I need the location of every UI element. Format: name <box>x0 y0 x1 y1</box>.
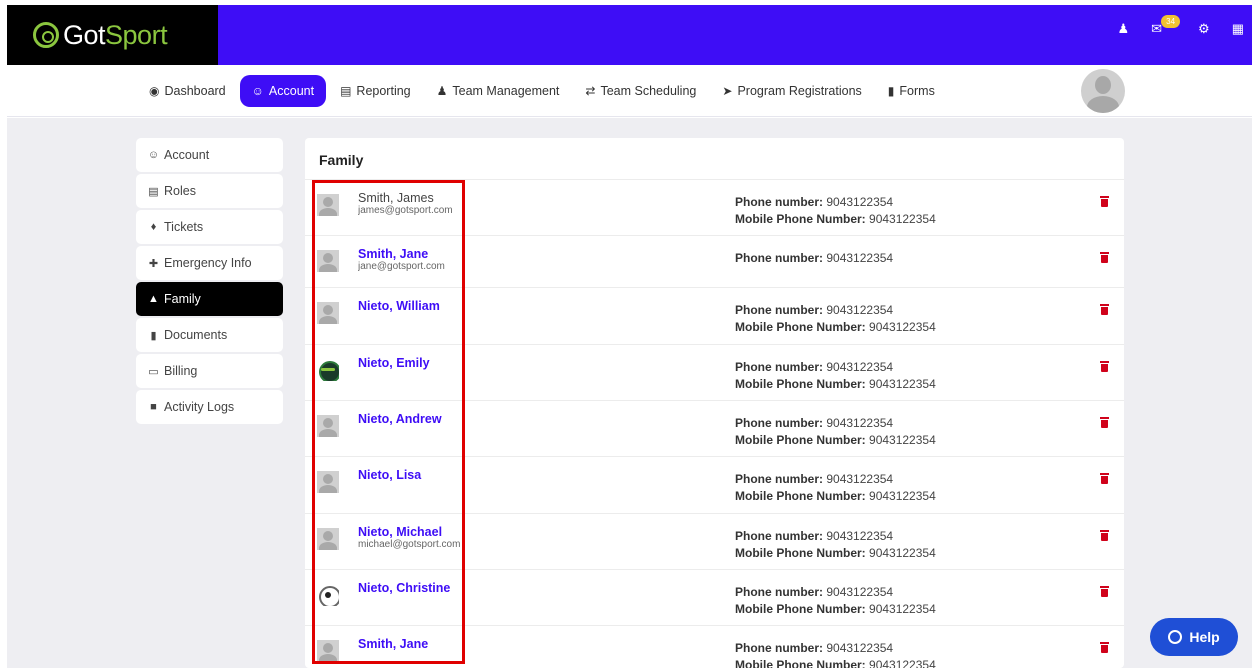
member-phones: Phone number: 9043122354 Mobile Phone Nu… <box>735 529 936 560</box>
id-card-icon: ▤ <box>148 185 159 198</box>
member-avatar <box>317 302 339 324</box>
family-member-row: Nieto, Christine Phone number: 904312235… <box>305 570 1124 626</box>
member-name-link[interactable]: Nieto, Michael <box>358 525 442 539</box>
member-name: Smith, James <box>358 191 434 205</box>
panel-title: Family <box>305 138 1124 180</box>
delete-trash-icon[interactable] <box>1100 417 1109 428</box>
top-bar: GotSport ♟ ✉ 34 ⚙ ▦ <box>7 5 1252 65</box>
sidebar-item-tickets[interactable]: ♦ Tickets <box>136 210 283 244</box>
member-email: jane@gotsport.com <box>358 261 445 272</box>
nav-reporting[interactable]: ▤ Reporting <box>328 75 423 107</box>
profile-avatar[interactable] <box>1081 69 1125 113</box>
member-name-link[interactable]: Nieto, Christine <box>358 581 450 595</box>
archive-icon: ■ <box>150 401 157 413</box>
nav-team-management[interactable]: ♟ Team Management <box>425 75 572 107</box>
nav-items: ◉ Dashboard ☺ Account ▤ Reporting ♟ Team Man… <box>137 75 947 107</box>
file-icon: ▮ <box>887 84 895 98</box>
delete-trash-icon[interactable] <box>1100 530 1109 541</box>
member-avatar <box>317 471 339 493</box>
top-icons: ♟ ✉ 34 ⚙ ▦ <box>1117 15 1244 37</box>
member-avatar <box>317 359 339 381</box>
family-member-row: Smith, Jane jane@gotsport.com Phone numb… <box>305 236 1124 288</box>
sidebar-item-billing[interactable]: ▭ Billing <box>136 354 283 388</box>
member-email: michael@gotsport.com <box>358 539 461 550</box>
sidebar-item-family[interactable]: ▲ Family <box>136 282 283 316</box>
nav-dashboard[interactable]: ◉ Dashboard <box>137 75 238 107</box>
member-phones: Phone number: 9043122354 Mobile Phone Nu… <box>735 641 936 668</box>
sidebar-item-account[interactable]: ☺ Account <box>136 138 283 172</box>
member-phones: Phone number: 9043122354 Mobile Phone Nu… <box>735 360 936 391</box>
member-avatar <box>317 640 339 662</box>
report-icon: ▤ <box>340 84 352 98</box>
member-phones: Phone number: 9043122354 Mobile Phone Nu… <box>735 472 936 503</box>
member-phones: Phone number: 9043122354 Mobile Phone Nu… <box>735 195 936 226</box>
delete-trash-icon[interactable] <box>1100 252 1109 263</box>
apps-grid-icon[interactable]: ▦ <box>1232 21 1244 37</box>
help-button[interactable]: Help <box>1150 618 1238 656</box>
sidebar-item-activity-logs[interactable]: ■ Activity Logs <box>136 390 283 424</box>
chat-bubble-icon <box>1168 630 1183 644</box>
member-avatar <box>317 194 339 216</box>
member-avatar <box>317 415 339 437</box>
member-name-link[interactable]: Nieto, Andrew <box>358 412 442 426</box>
member-name-link[interactable]: Smith, Jane <box>358 637 428 651</box>
family-member-row: Nieto, Lisa Phone number: 9043122354 Mob… <box>305 457 1124 514</box>
messages-badge: 34 <box>1161 15 1181 28</box>
family-member-row: Nieto, Andrew Phone number: 9043122354 M… <box>305 401 1124 457</box>
sidebar-item-documents[interactable]: ▮ Documents <box>136 318 283 352</box>
delete-trash-icon[interactable] <box>1100 304 1109 315</box>
nav-program-registrations[interactable]: ➤ Program Registrations <box>710 75 873 107</box>
member-phones: Phone number: 9043122354 Mobile Phone Nu… <box>735 585 936 616</box>
mail-icon[interactable]: ✉ 34 <box>1151 15 1181 37</box>
nav-forms[interactable]: ▮ Forms <box>876 75 947 107</box>
delete-trash-icon[interactable] <box>1100 361 1109 372</box>
logo-text: GotSport <box>63 19 168 50</box>
member-avatar <box>317 250 339 272</box>
gotsport-logo[interactable]: GotSport <box>7 5 218 65</box>
member-email: james@gotsport.com <box>358 205 453 216</box>
tachometer-icon: ◉ <box>149 84 160 98</box>
medical-icon: ✚ <box>148 257 159 270</box>
gear-icon[interactable]: ⚙ <box>1198 21 1210 37</box>
paper-plane-icon: ➤ <box>722 84 733 98</box>
sitemap-icon: ▲ <box>148 293 159 305</box>
family-member-row: Nieto, William Phone number: 9043122354 … <box>305 288 1124 345</box>
member-name-link[interactable]: Nieto, Lisa <box>358 468 421 482</box>
member-phones: Phone number: 9043122354 <box>735 251 894 265</box>
delete-trash-icon[interactable] <box>1100 196 1109 207</box>
member-name-link[interactable]: Nieto, Emily <box>358 356 430 370</box>
sidebar-item-roles[interactable]: ▤ Roles <box>136 174 283 208</box>
content-area: ☺ Account ▤ Roles ♦ Tickets ✚ Emergency Info… <box>7 118 1252 668</box>
main-nav: ◉ Dashboard ☺ Account ▤ Reporting ♟ Team Man… <box>7 65 1252 117</box>
family-member-row: Smith, Jane Phone number: 9043122354 Mob… <box>305 626 1124 668</box>
logo-mark-icon <box>33 22 59 48</box>
family-member-row: Nieto, Emily Phone number: 9043122354 Mo… <box>305 345 1124 401</box>
family-panel: Family Smith, James james@gotsport.com P… <box>305 138 1124 668</box>
member-phones: Phone number: 9043122354 Mobile Phone Nu… <box>735 416 936 447</box>
account-sidebar: ☺ Account ▤ Roles ♦ Tickets ✚ Emergency Info… <box>136 138 283 426</box>
member-avatar <box>317 528 339 550</box>
nav-account[interactable]: ☺ Account <box>239 75 327 107</box>
exchange-icon: ⇄ <box>585 84 596 98</box>
sidebar-item-emergency-info[interactable]: ✚ Emergency Info <box>136 246 283 280</box>
user-icon[interactable]: ♟ <box>1117 21 1129 37</box>
ticket-icon: ♦ <box>150 221 157 233</box>
user-circle-icon: ☺ <box>147 149 160 161</box>
delete-trash-icon[interactable] <box>1100 586 1109 597</box>
users-icon: ♟ <box>436 84 448 98</box>
member-name-link[interactable]: Nieto, William <box>358 299 440 313</box>
family-member-row: Nieto, Michael michael@gotsport.com Phon… <box>305 514 1124 570</box>
folder-icon: ▮ <box>150 329 157 342</box>
delete-trash-icon[interactable] <box>1100 473 1109 484</box>
member-avatar <box>317 584 339 606</box>
member-phones: Phone number: 9043122354 Mobile Phone Nu… <box>735 303 936 334</box>
user-circle-icon: ☺ <box>251 84 264 98</box>
nav-team-scheduling[interactable]: ⇄ Team Scheduling <box>573 75 708 107</box>
member-name-link[interactable]: Smith, Jane <box>358 247 428 261</box>
family-member-row: Smith, James james@gotsport.com Phone nu… <box>305 180 1124 236</box>
credit-card-icon: ▭ <box>148 365 159 378</box>
delete-trash-icon[interactable] <box>1100 642 1109 653</box>
